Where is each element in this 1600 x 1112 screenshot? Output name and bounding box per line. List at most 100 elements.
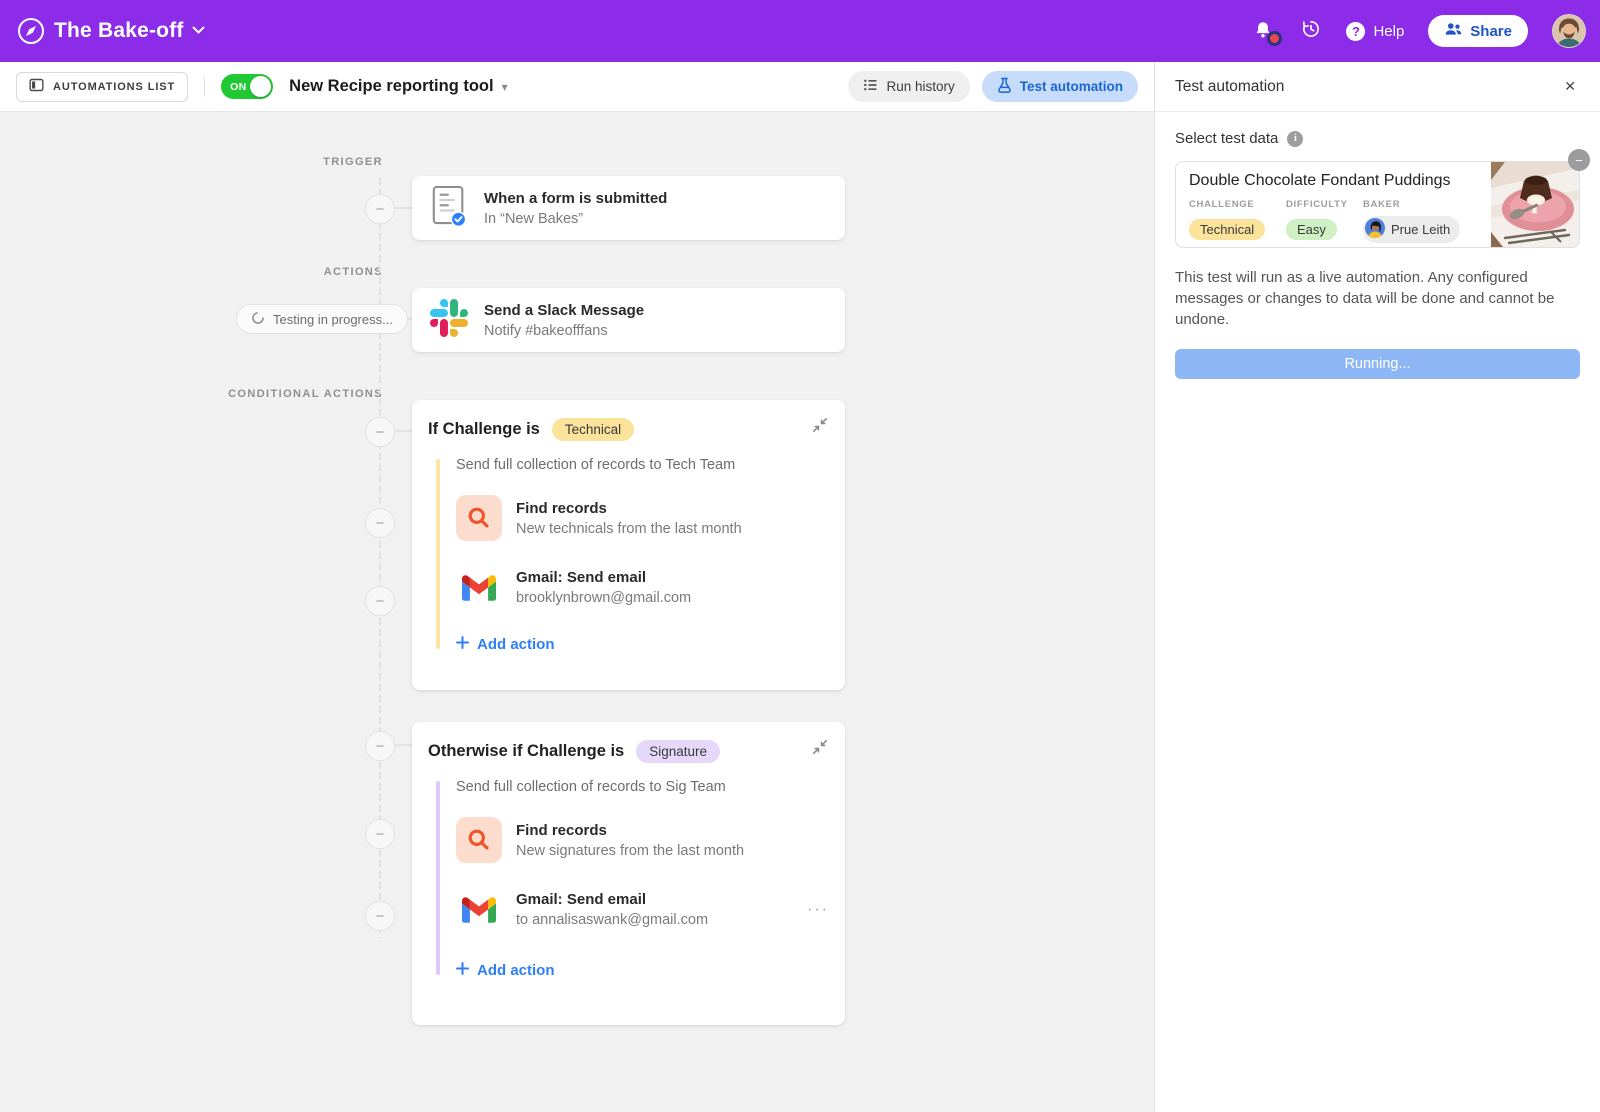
add-action-label: Add action (477, 636, 555, 653)
record-photo (1491, 162, 1579, 247)
step-subtitle: to annalisaswank@gmail.com (516, 912, 709, 928)
node-collapse-button[interactable]: − (365, 508, 395, 538)
step-title: Gmail: Send email (516, 891, 647, 908)
plus-icon (456, 636, 469, 653)
otherwise-condition-title: Otherwise if Challenge is (428, 742, 625, 760)
otherwise-condition-header: Otherwise if Challenge is Signature (428, 740, 829, 763)
difficulty-value-badge: Easy (1286, 218, 1337, 240)
toolbar-divider (204, 76, 206, 97)
test-automation-panel: Test automation ✕ Select test data i Dou… (1154, 62, 1600, 1112)
test-automation-label: Test automation (1019, 79, 1123, 94)
header-actions: ? Help Share (1252, 14, 1586, 48)
info-icon[interactable]: i (1287, 130, 1304, 147)
chevron-down-icon (192, 22, 205, 40)
trigger-subtitle: In “New Bakes” (484, 210, 584, 227)
panel-title: Test automation (1175, 77, 1285, 95)
history-icon (1300, 20, 1322, 44)
node-collapse-button[interactable]: − (365, 194, 395, 224)
automation-designer-app: The Bake-off ? Help Share AUTOMATIONS LI… (0, 0, 1600, 1112)
field-label-difficulty: DIFFICULTY (1286, 199, 1348, 210)
node-collapse-button[interactable]: − (365, 417, 395, 447)
record-title: Double Chocolate Fondant Puddings (1189, 172, 1451, 189)
if-condition-body: Send full collection of records to Tech … (428, 457, 829, 653)
record-field-values: Technical Easy Prue Leith (1189, 216, 1478, 243)
find-records-icon (456, 817, 502, 863)
slack-icon (430, 298, 468, 342)
live-run-warning: This test will run as a live automation.… (1175, 269, 1555, 328)
condition-color-bar (436, 459, 440, 649)
select-test-data-label: Select test data (1175, 130, 1279, 147)
baker-name: Prue Leith (1391, 222, 1451, 237)
more-options-icon[interactable]: ··· (807, 901, 829, 919)
collapse-card-icon[interactable] (811, 738, 831, 758)
trigger-title: When a form is submitted (484, 189, 668, 207)
caret-down-icon: ▾ (501, 79, 508, 94)
baker-avatar (1365, 218, 1385, 241)
field-label-baker: BAKER (1363, 199, 1401, 210)
find-records-step[interactable]: Find records New signatures from the las… (456, 817, 829, 863)
run-test-button[interactable]: Running... (1175, 349, 1580, 379)
gmail-step[interactable]: Gmail: Send email to annalisaswank@gmail… (456, 891, 829, 928)
panel-body: Select test data i Double Chocolate Fond… (1155, 112, 1600, 397)
notifications-button[interactable] (1252, 18, 1283, 46)
condition-color-bar (436, 781, 440, 975)
trigger-card-text: When a form is submitted In “New Bakes” (484, 190, 667, 227)
section-label-actions: ACTIONS (323, 266, 383, 278)
step-subtitle: New technicals from the last month (516, 520, 742, 537)
automations-compass-icon[interactable] (14, 14, 48, 48)
collapse-card-icon[interactable] (811, 416, 831, 436)
question-mark-icon: ? (1346, 21, 1366, 41)
gmail-icon (456, 896, 502, 923)
otherwise-condition-body: Send full collection of records to Sig T… (428, 779, 829, 979)
toggle-on-label: ON (230, 80, 247, 93)
add-action-label: Add action (477, 962, 555, 979)
add-action-button[interactable]: Add action (456, 636, 829, 653)
field-label-challenge: CHALLENGE (1189, 199, 1255, 210)
help-label: Help (1373, 22, 1405, 40)
app-header: The Bake-off ? Help Share (0, 0, 1600, 62)
toolbar-right-actions: Run history Test automation (848, 71, 1138, 102)
trigger-card[interactable]: When a form is submitted In “New Bakes” (412, 176, 845, 240)
challenge-value-badge: Technical (1189, 218, 1266, 240)
challenge-badge: Technical (551, 418, 635, 441)
panel-header: Test automation ✕ (1155, 62, 1600, 112)
slack-action-card[interactable]: Send a Slack Message Notify #bakeofffans (412, 288, 845, 352)
node-collapse-button[interactable]: − (365, 586, 395, 616)
user-avatar[interactable] (1552, 14, 1586, 48)
automations-list-button[interactable]: AUTOMATIONS LIST (16, 71, 189, 102)
record-field-labels: CHALLENGE DIFFICULTY BAKER (1189, 199, 1478, 210)
flask-icon (997, 77, 1012, 96)
automation-on-toggle[interactable]: ON (221, 74, 274, 99)
find-records-step[interactable]: Find records New technicals from the las… (456, 495, 829, 541)
step-subtitle: New signatures from the last month (516, 842, 745, 859)
step-title: Find records (516, 499, 607, 517)
share-button[interactable]: Share (1428, 15, 1528, 47)
base-title-menu[interactable]: The Bake-off (54, 19, 205, 43)
history-button[interactable] (1300, 18, 1322, 45)
if-condition-description: Send full collection of records to Tech … (456, 457, 736, 473)
close-icon[interactable]: ✕ (1560, 74, 1580, 99)
step-title: Gmail: Send email (516, 569, 647, 586)
node-collapse-button[interactable]: − (365, 901, 395, 931)
run-history-button[interactable]: Run history (848, 71, 970, 102)
remove-test-record-button[interactable]: − (1568, 149, 1590, 171)
automation-name-menu[interactable]: New Recipe reporting tool ▾ (289, 77, 507, 96)
help-button[interactable]: ? Help (1346, 21, 1405, 41)
slack-subtitle: Notify #bakeofffans (484, 322, 608, 339)
automation-toolbar: AUTOMATIONS LIST ON New Recipe reporting… (0, 62, 1154, 112)
add-action-button[interactable]: Add action (456, 962, 829, 979)
node-collapse-button[interactable]: − (365, 819, 395, 849)
test-automation-button[interactable]: Test automation (981, 71, 1138, 102)
page-title: The Bake-off (54, 19, 184, 42)
test-record-card[interactable]: Double Chocolate Fondant Puddings CHALLE… (1175, 161, 1580, 248)
node-collapse-button[interactable]: − (365, 731, 395, 761)
otherwise-condition-card[interactable]: Otherwise if Challenge is Signature Send… (412, 722, 845, 1025)
otherwise-condition-description: Send full collection of records to Sig T… (456, 779, 726, 795)
share-label: Share (1470, 22, 1512, 40)
if-condition-card[interactable]: If Challenge is Technical Send full coll… (412, 400, 845, 690)
automations-list-label: AUTOMATIONS LIST (53, 80, 176, 93)
gmail-icon (456, 574, 502, 601)
run-history-icon (863, 78, 878, 95)
gmail-step[interactable]: Gmail: Send email brooklynbrown@gmail.co… (456, 569, 829, 606)
slack-title: Send a Slack Message (484, 301, 645, 319)
